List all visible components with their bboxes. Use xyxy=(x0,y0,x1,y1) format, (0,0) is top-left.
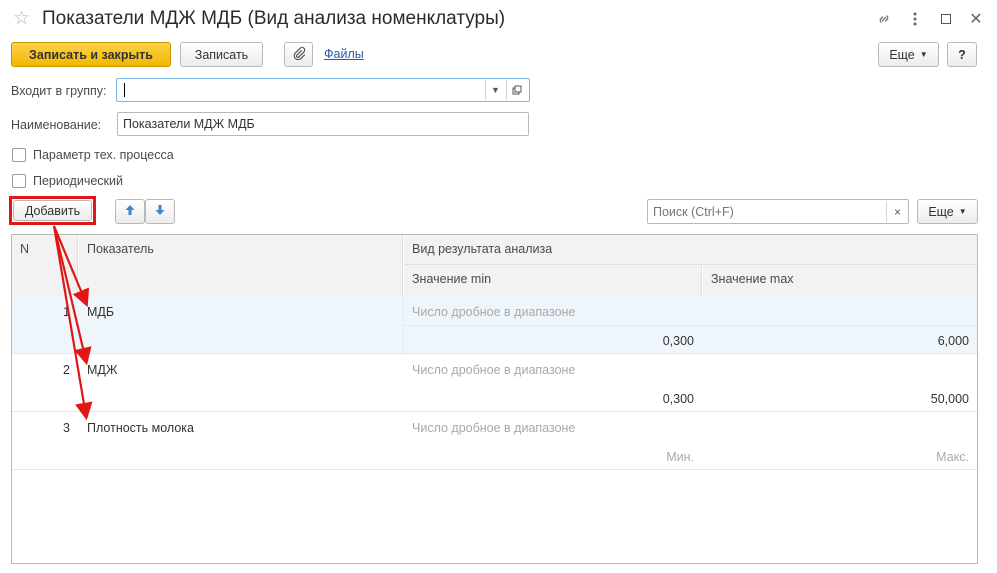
paperclip-icon xyxy=(292,46,306,63)
group-label: Входит в группу: xyxy=(11,84,107,98)
row-result-type: Число дробное в диапазоне xyxy=(412,421,576,435)
header-n[interactable]: N xyxy=(12,235,78,296)
header-max[interactable]: Значение max xyxy=(703,265,977,296)
more-button[interactable]: Еще ▼ xyxy=(878,42,939,67)
attach-button[interactable] xyxy=(284,42,313,67)
more-vertical-icon[interactable] xyxy=(905,9,925,29)
table-more-label: Еще xyxy=(928,204,954,219)
table-row[interactable]: 1 МДБ Число дробное в диапазоне 0,300 6,… xyxy=(12,296,977,354)
row-result-type: Число дробное в диапазоне xyxy=(412,305,576,319)
row-min: 0,300 xyxy=(662,334,694,348)
table-row[interactable]: 3 Плотность молока Число дробное в диапа… xyxy=(12,412,977,470)
close-icon[interactable]: ✕ xyxy=(966,9,986,29)
maximize-icon[interactable] xyxy=(936,9,956,29)
text-caret xyxy=(124,83,125,97)
row-result-type: Число дробное в диапазоне xyxy=(412,363,576,377)
files-link[interactable]: Файлы xyxy=(324,47,364,61)
help-button[interactable]: ? xyxy=(947,42,977,67)
name-field[interactable]: Показатели МДЖ МДБ xyxy=(117,112,529,136)
group-field[interactable]: ▼ xyxy=(116,78,530,102)
clear-search-icon[interactable]: × xyxy=(886,201,908,222)
add-button[interactable]: Добавить xyxy=(13,200,92,221)
header-indicator[interactable]: Показатель xyxy=(79,235,403,296)
search-text[interactable] xyxy=(651,201,887,222)
search-input[interactable]: × xyxy=(647,199,909,224)
row-number: 2 xyxy=(63,363,70,377)
row-number: 1 xyxy=(63,305,70,319)
move-down-button[interactable] xyxy=(145,199,175,224)
dropdown-arrow-icon: ▼ xyxy=(919,50,928,59)
dropdown-arrow-icon[interactable]: ▼ xyxy=(485,80,505,100)
save-and-close-button[interactable]: Записать и закрыть xyxy=(11,42,171,67)
param-checkbox[interactable] xyxy=(12,148,26,162)
indicators-table: N Показатель Вид результата анализа Знач… xyxy=(11,234,978,564)
move-up-button[interactable] xyxy=(115,199,145,224)
row-min: Мин. xyxy=(666,450,694,464)
row-indicator: МДБ xyxy=(87,305,115,319)
row-min: 0,300 xyxy=(662,392,694,406)
favorite-star-icon[interactable]: ☆ xyxy=(13,9,30,29)
dropdown-arrow-icon: ▼ xyxy=(958,207,967,216)
more-button-label: Еще xyxy=(889,47,915,62)
open-icon[interactable] xyxy=(506,80,526,100)
header-min[interactable]: Значение min xyxy=(404,265,702,296)
table-row[interactable]: 2 МДЖ Число дробное в диапазоне 0,300 50… xyxy=(12,354,977,412)
row-number: 3 xyxy=(63,421,70,435)
window-title: Показатели МДЖ МДБ (Вид анализа номенкла… xyxy=(42,8,506,29)
name-label: Наименование: xyxy=(11,118,102,132)
row-max: 6,000 xyxy=(937,334,969,348)
save-button[interactable]: Записать xyxy=(180,42,263,67)
header-result-type[interactable]: Вид результата анализа xyxy=(404,235,977,265)
row-indicator: Плотность молока xyxy=(87,421,194,435)
row-max: Макс. xyxy=(936,450,969,464)
row-max: 50,000 xyxy=(930,392,969,406)
periodic-checkbox-label: Периодический xyxy=(33,174,123,188)
arrow-down-icon xyxy=(154,204,166,219)
table-more-button[interactable]: Еще ▼ xyxy=(917,199,978,224)
row-indicator: МДЖ xyxy=(87,363,118,377)
link-icon[interactable] xyxy=(874,9,894,29)
param-checkbox-label: Параметр тех. процесса xyxy=(33,148,174,162)
arrow-up-icon xyxy=(124,204,136,219)
periodic-checkbox[interactable] xyxy=(12,174,26,188)
